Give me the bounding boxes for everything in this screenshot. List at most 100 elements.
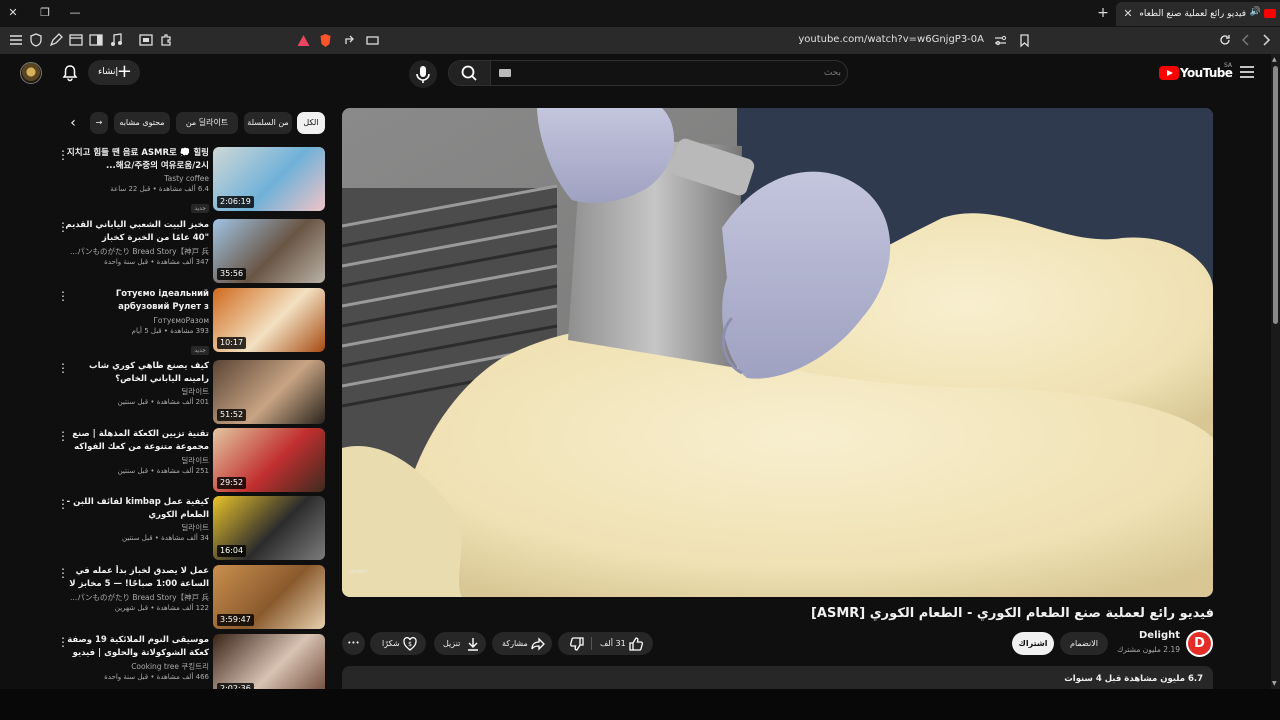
chevron-left-icon[interactable]: ‹ — [64, 114, 82, 132]
search-button[interactable] — [449, 61, 491, 85]
related-video-title[interactable]: كيف يصنع طاهي كوري شاب رامينه الياباني ا… — [65, 360, 209, 386]
related-video-channel[interactable]: 딜라이트 — [65, 386, 209, 397]
chip-from-series[interactable]: من السلسلة — [244, 112, 292, 134]
related-video-item[interactable]: ⋮ كيفية عمل kimbap لفائف اللبن - الطعام ا… — [55, 496, 327, 562]
download-button[interactable]: تنزيل — [434, 632, 486, 655]
voice-search-button[interactable] — [409, 60, 437, 88]
reload-icon[interactable] — [1217, 32, 1233, 48]
create-button[interactable]: إنشاء + — [88, 60, 140, 85]
related-video-channel[interactable]: Cooking tree 쿠킹트리 — [65, 661, 209, 672]
tab-title: فيديو رائع لعملية صنع الطعام ال — [1140, 9, 1246, 19]
chip-similar[interactable]: محتوى مشابه — [114, 112, 170, 134]
browser-menu-icon[interactable] — [8, 32, 24, 48]
like-count[interactable]: 31 ألف — [600, 632, 626, 655]
browser-tab-bar: ✕ ❐ — + ✕ فيديو رائع لعملية صنع الطعام ا… — [0, 0, 1280, 27]
video-player[interactable]: delight — [342, 108, 1213, 597]
scroll-up-icon[interactable]: ▲ — [1272, 56, 1277, 63]
more-actions-button[interactable]: ••• — [342, 632, 365, 655]
search-input[interactable] — [495, 65, 841, 81]
video-duration: 51:52 — [217, 409, 247, 421]
thumbs-down-icon[interactable] — [569, 636, 585, 652]
related-video-item[interactable]: ⋮ عمل لا يصدق لخباز بدأ عمله في الساعة 1:… — [55, 565, 327, 631]
url-text[interactable]: youtube.com/watch?v=w6GnjgP3-0A — [798, 33, 984, 47]
related-video-thumbnail[interactable]: 16:04 — [213, 496, 325, 560]
scroll-down-icon[interactable]: ▼ — [1272, 680, 1277, 687]
related-video-thumbnail[interactable]: 10:17 — [213, 288, 325, 352]
minimize-window-icon[interactable]: — — [66, 4, 84, 22]
tab-close-icon[interactable]: ✕ — [1120, 6, 1136, 22]
download-icon — [468, 638, 478, 651]
related-video-item[interactable]: ⋮ كيف يصنع طاهي كوري شاب رامينه الياباني … — [55, 360, 327, 426]
related-video-stats: 201 ألف مشاهدة • قبل سنتين — [117, 398, 209, 406]
sidebar-icon[interactable] — [88, 32, 104, 48]
related-video-title[interactable]: مخبز البيت الشعبي الياباني القديم "40 عا… — [65, 219, 209, 246]
maximize-window-icon[interactable]: ❐ — [36, 4, 54, 22]
shield-icon[interactable] — [28, 32, 44, 48]
subscribe-button[interactable]: اشتراك — [1012, 632, 1054, 655]
related-video-channel[interactable]: パンものがたり Bread Story【神戸 兵... — [65, 592, 209, 603]
music-icon[interactable] — [108, 32, 124, 48]
related-video-meta: كيف يصنع طاهي كوري شاب رامينه الياباني ا… — [65, 360, 209, 408]
extensions-icon[interactable] — [158, 32, 174, 48]
address-bar[interactable]: youtube.com/watch?v=w6GnjgP3-0A — [290, 30, 1040, 51]
chip-all[interactable]: الكل — [297, 112, 325, 134]
related-video-title[interactable]: موسيقى النوم الملائكية 19 وصفة كعكة الشو… — [65, 634, 209, 661]
new-tab-button[interactable]: + — [1094, 4, 1112, 22]
user-avatar[interactable] — [20, 62, 42, 84]
related-video-stats: 122 ألف مشاهدة • قبل شهرين — [114, 604, 209, 612]
notifications-bell-icon[interactable] — [61, 64, 79, 82]
reader-mode-icon[interactable] — [365, 33, 380, 48]
related-video-item[interactable]: ⋮Готуємо ідеальний арбузовий Рулет з нач… — [55, 288, 327, 355]
guide-menu-icon[interactable] — [1240, 66, 1254, 78]
back-icon[interactable] — [1238, 32, 1254, 48]
related-video-title[interactable]: Готуємо ідеальний арбузовий Рулет з начи… — [65, 288, 209, 315]
thumbs-up-icon[interactable] — [628, 636, 644, 652]
brave-shield-icon[interactable] — [318, 33, 333, 48]
tab-audio-icon[interactable]: 🔊 — [1250, 7, 1261, 17]
related-video-channel[interactable]: パンものがたり Bread Story【神戸 兵... — [65, 246, 209, 257]
close-window-icon[interactable]: ✕ — [4, 4, 22, 22]
related-video-channel[interactable]: 딜라이트 — [65, 455, 209, 466]
search-box[interactable] — [448, 60, 848, 86]
related-video-thumbnail[interactable]: 35:56 — [213, 219, 325, 283]
forward-icon[interactable] — [1258, 32, 1274, 48]
related-video-item[interactable]: ⋮ مخبز البيت الشعبي الياباني القديم "40 ع… — [55, 219, 327, 285]
scrollbar-thumb[interactable] — [1273, 66, 1278, 324]
related-video-thumbnail[interactable]: 2:06:19 — [213, 147, 325, 211]
bottom-edge — [0, 689, 1280, 720]
screenshot-icon[interactable] — [138, 32, 154, 48]
related-video-stats: 251 ألف مشاهدة • قبل سنتين — [117, 467, 209, 475]
bookmark-icon[interactable] — [1017, 33, 1032, 48]
youtube-logo[interactable]: YouTube SA — [1159, 62, 1233, 83]
page-scrollbar[interactable] — [1271, 54, 1280, 689]
search-icon — [461, 65, 477, 81]
channel-name[interactable]: Delight — [1100, 630, 1180, 641]
join-button[interactable]: الانضمام — [1060, 632, 1108, 655]
related-filter-chips: ‹ → محتوى مشابه من 딜라이트 من السلسلة الكل — [60, 112, 328, 136]
related-video-item[interactable]: ⋮ تقنية تزيين الكعكة المذهلة | صنع مجموعة… — [55, 428, 327, 494]
related-video-title[interactable]: تقنية تزيين الكعكة المذهلة | صنع مجموعة … — [65, 428, 209, 455]
related-video-item[interactable]: ⋮ 지치고 힘들 땐 음료 ASMR로 💭 힐링해요/주중의 여유로움/2시...… — [55, 147, 327, 213]
related-video-channel[interactable]: 딜라이트 — [65, 522, 209, 533]
chip-next[interactable]: → — [90, 112, 108, 134]
video-duration: 35:56 — [217, 268, 247, 280]
channel-avatar[interactable]: D — [1186, 630, 1213, 657]
thanks-button[interactable]: $ شكرًا — [370, 632, 426, 655]
chip-from-channel[interactable]: من 딜라이트 — [176, 112, 238, 134]
related-video-meta: تقنية تزيين الكعكة المذهلة | صنع مجموعة … — [65, 428, 209, 477]
related-video-channel[interactable]: Tasty coffee — [65, 173, 209, 184]
pen-icon[interactable] — [48, 32, 64, 48]
warning-icon[interactable] — [296, 33, 311, 48]
browser-tab-active[interactable]: ✕ فيديو رائع لعملية صنع الطعام ال 🔊 — [1116, 2, 1280, 26]
related-video-thumbnail[interactable]: 29:52 — [213, 428, 325, 492]
share-page-icon[interactable] — [342, 33, 357, 48]
tabs-icon[interactable] — [68, 32, 84, 48]
site-settings-icon[interactable] — [993, 33, 1008, 48]
related-video-thumbnail[interactable]: 3:59:47 — [213, 565, 325, 629]
related-video-channel[interactable]: ГотуємоРазом — [65, 315, 209, 326]
related-video-thumbnail[interactable]: 51:52 — [213, 360, 325, 424]
related-video-title[interactable]: عمل لا يصدق لخباز بدأ عمله في الساعة 1:0… — [65, 565, 209, 592]
share-button[interactable]: مشاركة — [492, 632, 552, 655]
related-video-title[interactable]: كيفية عمل kimbap لفائف اللبن - الطعام ال… — [65, 496, 209, 522]
related-video-title[interactable]: 지치고 힘들 땐 음료 ASMR로 💭 힐링해요/주중의 여유로움/2시... — [65, 147, 209, 173]
